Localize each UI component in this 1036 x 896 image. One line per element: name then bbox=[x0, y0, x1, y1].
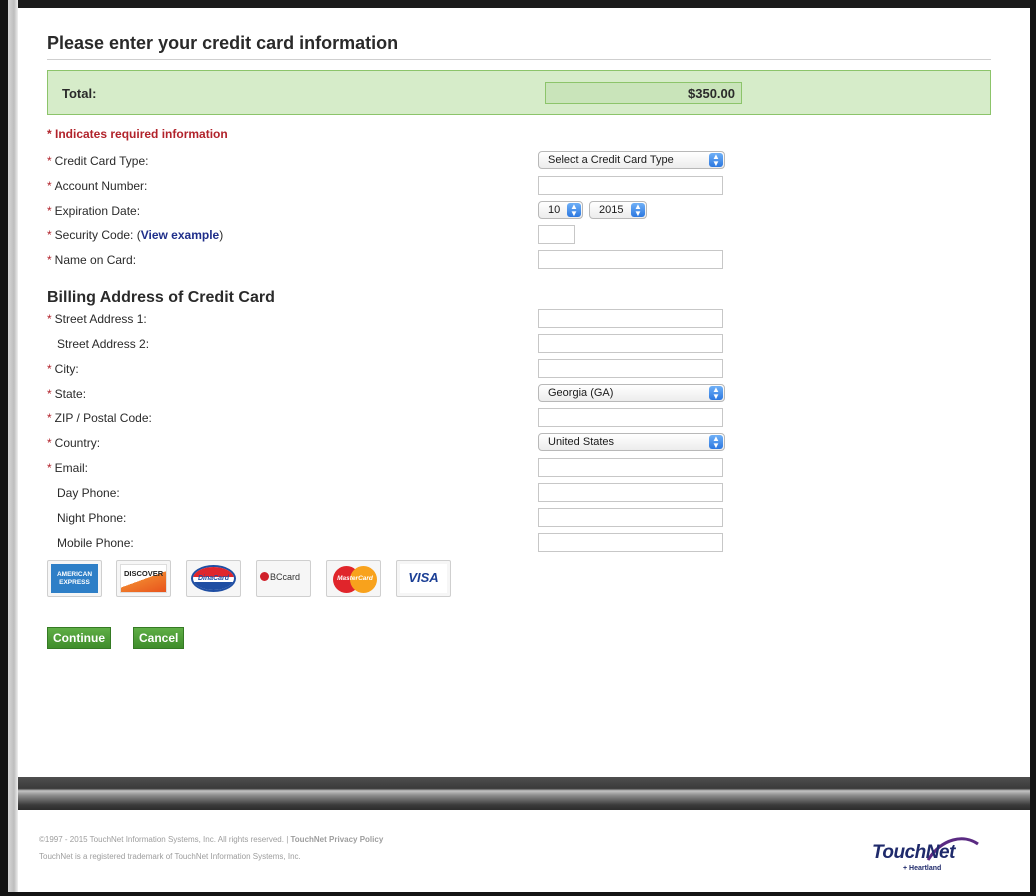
continue-button[interactable]: Continue bbox=[47, 627, 111, 649]
required-note: * Indicates required information bbox=[47, 127, 228, 141]
payment-page: Please enter your credit card informatio… bbox=[18, 8, 1030, 892]
zip-label: * ZIP / Postal Code: bbox=[47, 411, 152, 425]
accepted-cards: AMERICAN EXPRESS DISCOVER DinaCard BCcard… bbox=[47, 560, 467, 600]
street1-input[interactable] bbox=[538, 309, 723, 328]
required-marker: * bbox=[47, 179, 52, 193]
security-code-label: * Security Code: (View example) bbox=[47, 228, 224, 242]
dinacard-card-icon: DinaCard bbox=[186, 560, 241, 597]
required-marker: * bbox=[47, 362, 52, 376]
account-number-label: * Account Number: bbox=[47, 179, 148, 193]
row-email: * Email: bbox=[47, 458, 991, 478]
row-night-phone: Night Phone: bbox=[47, 508, 991, 528]
select-arrows-icon: ▲ ▼ bbox=[709, 386, 723, 401]
window-frame-right bbox=[1030, 0, 1036, 896]
row-street1: * Street Address 1: bbox=[47, 309, 991, 329]
footer-trademark: TouchNet is a registered trademark of To… bbox=[39, 852, 301, 861]
total-amount: $350.00 bbox=[545, 82, 742, 104]
row-expiration: * Expiration Date: 10 ▲ ▼ 2015 ▲ ▼ bbox=[47, 201, 991, 221]
expiration-month-select[interactable]: 10 ▲ ▼ bbox=[538, 201, 583, 219]
mastercard-card-icon: MasterCard bbox=[326, 560, 381, 597]
city-input[interactable] bbox=[538, 359, 723, 378]
amex-card-icon: AMERICAN EXPRESS bbox=[47, 560, 102, 597]
window-frame-left bbox=[0, 0, 18, 896]
day-phone-input[interactable] bbox=[538, 483, 723, 502]
footer-copyright: ©1997 - 2015 TouchNet Information System… bbox=[39, 835, 384, 844]
select-arrows-icon: ▲ ▼ bbox=[709, 435, 723, 450]
required-marker: * bbox=[47, 411, 52, 425]
required-marker: * bbox=[47, 253, 52, 267]
zip-input[interactable] bbox=[538, 408, 723, 427]
country-label: * Country: bbox=[47, 436, 101, 450]
touchnet-logo: TouchNet + Heartland bbox=[870, 834, 980, 876]
row-city: * City: bbox=[47, 359, 991, 379]
footer-band bbox=[18, 777, 1030, 810]
required-marker: * bbox=[47, 228, 52, 242]
cancel-button[interactable]: Cancel bbox=[133, 627, 185, 649]
required-marker: * bbox=[47, 154, 52, 168]
page-title: Please enter your credit card informatio… bbox=[47, 33, 399, 53]
required-marker: * bbox=[47, 461, 52, 475]
view-example-link[interactable]: View example bbox=[141, 228, 220, 242]
street1-label: * Street Address 1: bbox=[47, 312, 147, 326]
mobile-phone-input[interactable] bbox=[538, 533, 723, 552]
card-type-value: Select a Credit Card Type bbox=[548, 154, 674, 166]
street2-label: Street Address 2: bbox=[57, 337, 150, 351]
name-on-card-input[interactable] bbox=[538, 250, 723, 269]
city-label: * City: bbox=[47, 362, 79, 376]
email-input[interactable] bbox=[538, 458, 723, 477]
row-country: * Country: United States ▲ ▼ bbox=[47, 433, 991, 453]
row-card-type: * Credit Card Type: Select a Credit Card … bbox=[47, 151, 991, 171]
state-value: Georgia (GA) bbox=[548, 387, 614, 399]
state-select[interactable]: Georgia (GA) ▲ ▼ bbox=[538, 384, 725, 402]
row-zip: * ZIP / Postal Code: bbox=[47, 408, 991, 428]
privacy-policy-link[interactable]: TouchNet Privacy Policy bbox=[291, 835, 384, 844]
account-number-input[interactable] bbox=[538, 176, 723, 195]
window-frame-bottom bbox=[0, 892, 1036, 896]
row-state: * State: Georgia (GA) ▲ ▼ bbox=[47, 384, 991, 404]
card-type-select[interactable]: Select a Credit Card Type ▲ ▼ bbox=[538, 151, 725, 169]
row-street2: Street Address 2: bbox=[47, 334, 991, 354]
visa-card-icon: VISA bbox=[396, 560, 451, 597]
select-arrows-icon: ▲ ▼ bbox=[631, 203, 645, 218]
security-code-input[interactable] bbox=[538, 225, 575, 244]
row-security-code: * Security Code: (View example) bbox=[47, 225, 991, 245]
total-bar: Total: $350.00 bbox=[47, 70, 991, 115]
row-mobile-phone: Mobile Phone: bbox=[47, 533, 991, 553]
email-label: * Email: bbox=[47, 461, 89, 475]
night-phone-input[interactable] bbox=[538, 508, 723, 527]
billing-heading: Billing Address of Credit Card bbox=[47, 289, 275, 306]
required-marker: * bbox=[47, 204, 52, 218]
row-name-on-card: * Name on Card: bbox=[47, 250, 991, 270]
name-on-card-label: * Name on Card: bbox=[47, 253, 137, 267]
street2-input[interactable] bbox=[538, 334, 723, 353]
select-arrows-icon: ▲ ▼ bbox=[709, 153, 723, 168]
day-phone-label: Day Phone: bbox=[57, 486, 120, 500]
expiration-year-select[interactable]: 2015 ▲ ▼ bbox=[589, 201, 647, 219]
required-marker: * bbox=[47, 312, 52, 326]
country-select[interactable]: United States ▲ ▼ bbox=[538, 433, 725, 451]
title-divider bbox=[47, 59, 991, 60]
row-day-phone: Day Phone: bbox=[47, 483, 991, 503]
state-label: * State: bbox=[47, 387, 87, 401]
night-phone-label: Night Phone: bbox=[57, 511, 127, 525]
expiration-year-value: 2015 bbox=[599, 204, 624, 216]
row-account-number: * Account Number: bbox=[47, 176, 991, 196]
required-marker: * bbox=[47, 387, 52, 401]
mobile-phone-label: Mobile Phone: bbox=[57, 536, 134, 550]
card-type-label: * Credit Card Type: bbox=[47, 154, 149, 168]
expiration-month-value: 10 bbox=[548, 204, 561, 216]
bccard-card-icon: BCcard bbox=[256, 560, 311, 597]
total-label: Total: bbox=[62, 86, 97, 101]
expiration-label: * Expiration Date: bbox=[47, 204, 141, 218]
select-arrows-icon: ▲ ▼ bbox=[567, 203, 581, 218]
discover-card-icon: DISCOVER bbox=[116, 560, 171, 597]
required-marker: * bbox=[47, 436, 52, 450]
country-value: United States bbox=[548, 436, 615, 448]
